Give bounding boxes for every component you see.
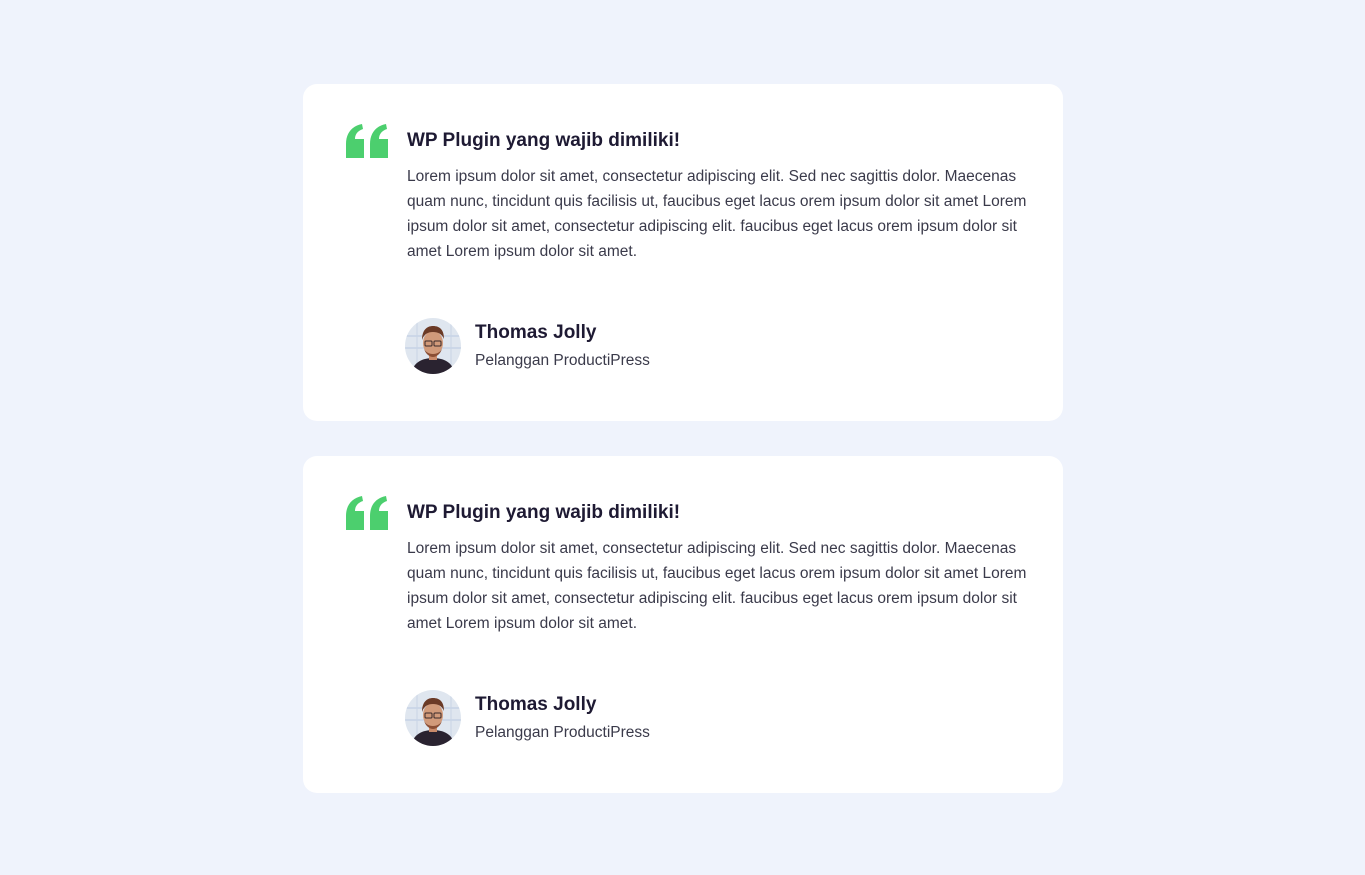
author-name: Thomas Jolly: [475, 322, 597, 343]
author-text: Thomas Jolly Pelanggan ProductiPress: [475, 320, 650, 372]
testimonial-card: WP Plugin yang wajib dimiliki! Lorem ips…: [303, 456, 1063, 793]
testimonial-content: WP Plugin yang wajib dimiliki! Lorem ips…: [407, 128, 1027, 264]
testimonial-headline: WP Plugin yang wajib dimiliki!: [407, 130, 681, 151]
testimonial-author: Thomas Jolly Pelanggan ProductiPress: [405, 318, 650, 374]
testimonial-content: WP Plugin yang wajib dimiliki! Lorem ips…: [407, 500, 1027, 636]
avatar: [405, 318, 461, 374]
author-role: Pelanggan ProductiPress: [475, 352, 650, 369]
testimonial-headline: WP Plugin yang wajib dimiliki!: [407, 502, 681, 523]
testimonial-card: WP Plugin yang wajib dimiliki! Lorem ips…: [303, 84, 1063, 421]
testimonial-body: Lorem ipsum dolor sit amet, consectetur …: [407, 168, 1027, 260]
author-role: Pelanggan ProductiPress: [475, 724, 650, 741]
testimonial-author: Thomas Jolly Pelanggan ProductiPress: [405, 690, 650, 746]
avatar: [405, 690, 461, 746]
testimonial-body: Lorem ipsum dolor sit amet, consectetur …: [407, 540, 1027, 632]
author-name: Thomas Jolly: [475, 694, 597, 715]
quote-icon: [344, 124, 390, 160]
author-text: Thomas Jolly Pelanggan ProductiPress: [475, 692, 650, 744]
quote-icon: [344, 496, 390, 532]
